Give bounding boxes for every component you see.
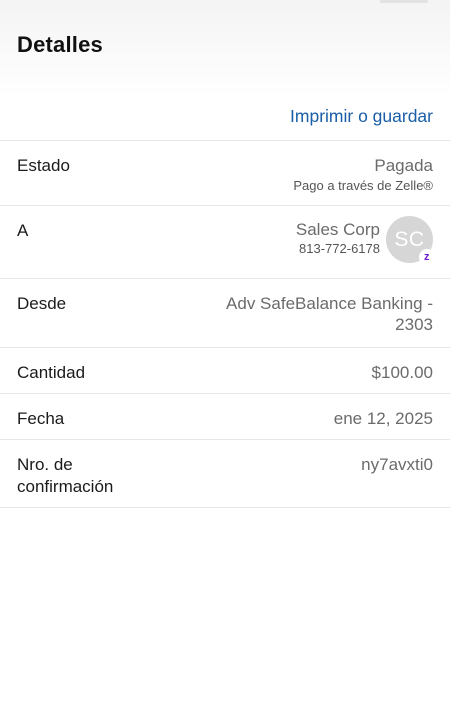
recipient-name: Sales Corp bbox=[295, 220, 380, 239]
payment-details-page: Detalles Imprimir o guardar Estado Pagad… bbox=[0, 0, 450, 727]
desde-value: Adv SafeBalance Banking - 2303 bbox=[226, 294, 433, 334]
fecha-label: Fecha bbox=[17, 409, 65, 428]
recipient-text: Sales Corp 813-772-6178 bbox=[296, 219, 380, 257]
confirmacion-value: ny7avxti0 bbox=[361, 455, 433, 474]
estado-value-block: Pagada Pago a través de Zelle® bbox=[293, 155, 433, 194]
detail-row-cantidad: Cantidad $100.00 bbox=[0, 348, 450, 394]
detail-row-estado: Estado Pagada Pago a través de Zelle® bbox=[0, 141, 450, 206]
avatar: SC z bbox=[386, 216, 435, 265]
page-title: Detalles bbox=[17, 32, 103, 57]
zelle-icon: z bbox=[419, 249, 435, 265]
estado-sub: Pago a través de Zelle® bbox=[293, 178, 433, 193]
fecha-value: ene 12, 2025 bbox=[333, 409, 433, 428]
desde-label: Desde bbox=[17, 294, 67, 313]
zelle-glyph: z bbox=[424, 250, 430, 263]
recipient-label: A bbox=[17, 221, 29, 240]
sheet-handle[interactable] bbox=[380, 0, 428, 3]
detail-row-confirmacion: Nro. de confirmación ny7avxti0 bbox=[0, 440, 450, 508]
avatar-initials: SC bbox=[394, 227, 425, 251]
estado-value: Pagada bbox=[374, 156, 433, 175]
recipient-block: Sales Corp 813-772-6178 SC z bbox=[296, 216, 435, 265]
estado-label: Estado bbox=[17, 156, 70, 175]
cantidad-label: Cantidad bbox=[17, 363, 86, 382]
detail-row-recipient: A Sales Corp 813-772-6178 SC z bbox=[0, 206, 450, 279]
cantidad-value: $100.00 bbox=[371, 363, 433, 382]
detail-row-desde: Desde Adv SafeBalance Banking - 2303 bbox=[0, 279, 450, 348]
print-or-save-link[interactable]: Imprimir o guardar bbox=[290, 106, 433, 127]
confirmacion-label: Nro. de confirmación bbox=[17, 455, 114, 496]
header: Detalles bbox=[0, 0, 450, 96]
detail-row-fecha: Fecha ene 12, 2025 bbox=[0, 394, 450, 440]
print-row: Imprimir o guardar bbox=[0, 96, 450, 141]
recipient-phone: 813-772-6178 bbox=[299, 241, 380, 256]
